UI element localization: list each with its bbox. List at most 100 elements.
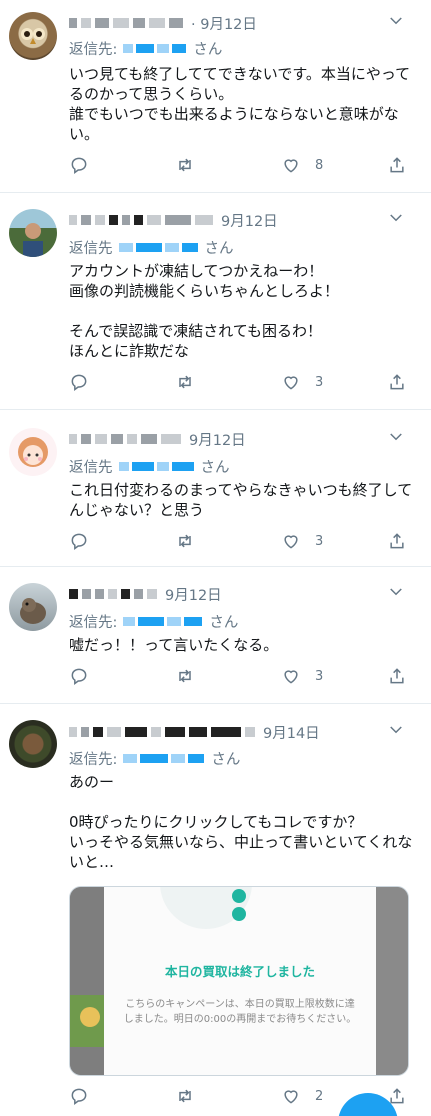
retweet-button[interactable] <box>175 666 195 686</box>
like-button[interactable]: 2 <box>281 1086 323 1106</box>
avatar[interactable] <box>9 720 57 768</box>
tweet-text: 嘘だっ！！って言いたくなる。 <box>69 636 279 654</box>
tweet-1[interactable]: · 9月12日 返信先: さん いつ見ても終了しててできないです。本当にやってる… <box>0 0 431 193</box>
girl-avatar-art <box>18 437 48 467</box>
reply-button[interactable] <box>69 1086 89 1106</box>
retweet-button[interactable] <box>175 155 195 175</box>
retweet-button[interactable] <box>175 1086 195 1106</box>
redacted-name <box>125 727 147 737</box>
redacted-name <box>107 727 121 737</box>
share-button[interactable] <box>387 666 407 686</box>
like-button[interactable]: 8 <box>281 155 323 175</box>
redacted-handle[interactable] <box>171 461 194 471</box>
redacted-handle[interactable] <box>123 43 134 53</box>
tweet-4[interactable]: 9月12日 返信先: さん 嘘だっ！！って言いたくなる。 3 <box>0 567 431 704</box>
like-count: 3 <box>315 374 324 390</box>
redacted-handle[interactable] <box>156 461 169 471</box>
tweet-5[interactable]: 9月14日 返信先: さん あのー 0時ぴったりにクリックしてもコレですか？ い… <box>0 704 431 1116</box>
tweet-date[interactable]: 9月14日 <box>263 722 320 743</box>
redacted-name <box>189 727 207 737</box>
redacted-name <box>95 215 105 225</box>
reply-icon <box>71 1088 87 1105</box>
redacted-name <box>134 215 143 225</box>
reply-prefix: 返信先: <box>69 41 118 58</box>
chevron-down-icon[interactable] <box>387 428 405 446</box>
tweet-date[interactable]: 9月12日 <box>189 429 246 450</box>
reply-button[interactable] <box>69 666 89 686</box>
redacted-handle[interactable] <box>157 43 170 53</box>
redacted-handle[interactable] <box>167 616 182 626</box>
avatar[interactable] <box>9 583 57 631</box>
redacted-handle[interactable] <box>164 242 179 252</box>
avatar[interactable] <box>9 428 57 476</box>
chevron-down-icon[interactable] <box>387 209 405 227</box>
tweet-3[interactable]: 9月12日 返信先 さん これ日付変わるのまってやらなきゃいつも終了してんじゃな… <box>0 410 431 567</box>
redacted-name <box>81 215 91 225</box>
redacted-name <box>111 434 123 444</box>
share-button[interactable] <box>387 531 407 551</box>
chevron-down-icon[interactable] <box>387 721 405 739</box>
redacted-handle[interactable] <box>181 242 198 252</box>
attached-image[interactable]: 本日の買取は終了しました こちらのキャンペーンは、本日の買取上限枚数に達しました… <box>69 886 409 1076</box>
redacted-handle[interactable] <box>140 753 169 763</box>
retweet-button[interactable] <box>175 531 195 551</box>
share-button[interactable] <box>387 155 407 175</box>
redacted-name <box>69 727 77 737</box>
dialog-title: 本日の買取は終了しました <box>164 964 315 979</box>
squirrel-avatar-art <box>20 598 46 624</box>
redacted-name <box>134 589 143 599</box>
redacted-handle[interactable] <box>188 753 205 763</box>
like-button[interactable]: 3 <box>281 666 323 686</box>
retweet-icon <box>179 534 191 548</box>
redacted-handle[interactable] <box>138 616 165 626</box>
redacted-name <box>147 589 157 599</box>
tweet-2[interactable]: 9月12日 返信先 さん アカウントが凍結してつかえねーわ！ 画像の判読機能くら… <box>0 193 431 410</box>
redacted-name <box>109 215 118 225</box>
tweet-date[interactable]: 9月12日 <box>221 210 278 231</box>
redacted-handle[interactable] <box>184 616 203 626</box>
redacted-handle[interactable] <box>172 43 187 53</box>
redacted-handle[interactable] <box>136 43 155 53</box>
redacted-handle[interactable] <box>135 242 162 252</box>
like-count: 3 <box>315 533 324 549</box>
tweet-date[interactable]: 9月12日 <box>165 584 222 605</box>
redacted-name <box>165 727 185 737</box>
reply-prefix: 返信先 <box>69 459 113 476</box>
like-button[interactable]: 3 <box>281 531 323 551</box>
redacted-name <box>69 589 78 599</box>
chevron-down-icon[interactable] <box>387 583 405 601</box>
redacted-handle[interactable] <box>123 753 138 763</box>
tweet-header: 9月12日 <box>69 583 419 605</box>
share-button[interactable] <box>387 372 407 392</box>
tweet-header: 9月14日 <box>69 721 419 743</box>
reply-button[interactable] <box>69 155 89 175</box>
reply-button[interactable] <box>69 372 89 392</box>
redacted-name <box>149 18 165 28</box>
status-dot <box>232 907 246 921</box>
redacted-name <box>141 434 157 444</box>
reply-icon <box>71 533 87 550</box>
redacted-name <box>81 727 89 737</box>
retweet-button[interactable] <box>175 372 195 392</box>
redacted-name <box>81 18 91 28</box>
redacted-handle[interactable] <box>118 461 129 471</box>
reply-to: 返信先: さん <box>69 748 240 768</box>
redacted-name <box>122 215 130 225</box>
redacted-handle[interactable] <box>171 753 186 763</box>
redacted-handle[interactable] <box>123 616 136 626</box>
status-dot <box>232 889 246 903</box>
reply-button[interactable] <box>69 531 89 551</box>
redacted-handle[interactable] <box>131 461 154 471</box>
chevron-down-icon[interactable] <box>387 12 405 30</box>
redacted-name <box>151 727 161 737</box>
reply-to: 返信先 さん <box>69 237 234 257</box>
person-avatar-art <box>23 223 43 257</box>
avatar[interactable] <box>9 209 57 257</box>
tweet-actions: 8 <box>69 155 419 177</box>
reply-prefix: 返信先 <box>69 240 113 257</box>
avatar[interactable] <box>9 12 57 60</box>
reply-prefix: 返信先: <box>69 751 118 768</box>
like-button[interactable]: 3 <box>281 372 323 392</box>
redacted-handle[interactable] <box>118 242 133 252</box>
tweet-date[interactable]: · 9月12日 <box>191 13 257 34</box>
